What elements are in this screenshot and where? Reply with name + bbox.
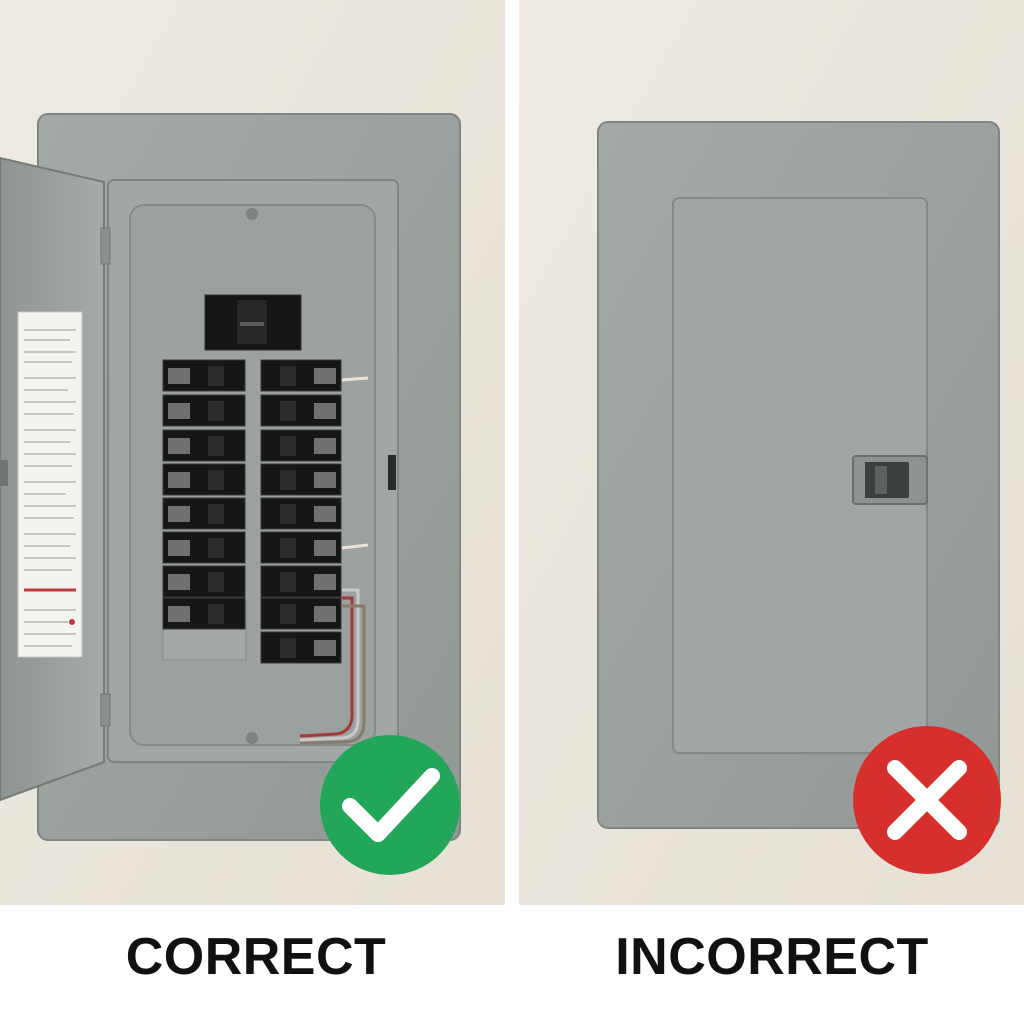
- breaker: [260, 631, 342, 664]
- breaker: [162, 429, 246, 462]
- screw: [246, 208, 258, 220]
- hinge: [100, 227, 111, 265]
- breaker: [162, 394, 246, 427]
- breaker: [162, 565, 246, 598]
- panel-door-open: [0, 156, 111, 802]
- panel-latch: [388, 455, 396, 490]
- circuit-directory-label: [17, 311, 83, 658]
- breaker: [162, 359, 246, 392]
- main-breaker: [204, 294, 302, 351]
- screw: [246, 732, 258, 744]
- breaker-column-left: [162, 359, 246, 630]
- divider: [505, 0, 519, 905]
- incorrect-scene: [519, 0, 1024, 905]
- incorrect-badge: [853, 726, 1001, 874]
- breaker: [162, 531, 246, 564]
- comparison-photo: [0, 0, 1024, 905]
- breaker: [260, 463, 342, 496]
- breaker: [162, 497, 246, 530]
- correct-caption: CORRECT: [125, 928, 387, 986]
- breaker: [162, 463, 246, 496]
- incorrect-caption: INCORRECT: [615, 928, 929, 986]
- breaker: [260, 531, 342, 564]
- correct-scene: [0, 0, 512, 905]
- correct-badge: [320, 735, 460, 875]
- breaker: [260, 429, 342, 462]
- door-latch: [852, 455, 928, 505]
- breaker: [260, 565, 342, 598]
- breaker: [162, 597, 246, 630]
- badge-circle: [320, 735, 460, 875]
- hinge: [100, 693, 111, 727]
- breaker-column-right: [260, 359, 342, 664]
- door-handle: [0, 460, 8, 486]
- breaker: [260, 359, 342, 392]
- breaker: [260, 597, 342, 630]
- breaker: [260, 497, 342, 530]
- electrical-panel-closed: [597, 121, 1000, 829]
- breaker: [260, 394, 342, 427]
